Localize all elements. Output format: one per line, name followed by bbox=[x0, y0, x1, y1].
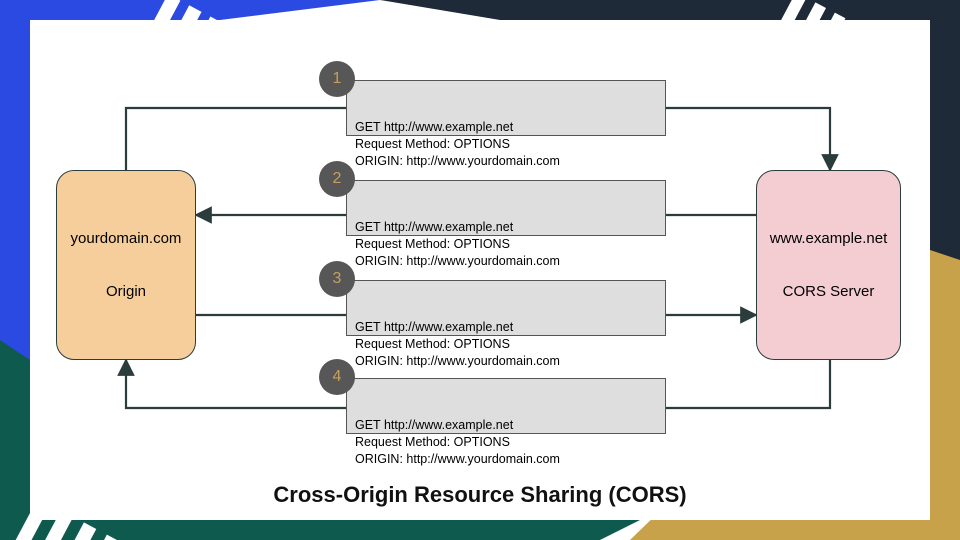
origin-node: yourdomain.com Origin bbox=[56, 170, 196, 360]
message-box-2: 2 GET http://www.example.net Request Met… bbox=[346, 180, 666, 236]
message-text-1: GET http://www.example.net Request Metho… bbox=[355, 120, 560, 168]
message-text-3: GET http://www.example.net Request Metho… bbox=[355, 320, 560, 368]
diagram-canvas: yourdomain.com Origin www.example.net CO… bbox=[30, 20, 930, 520]
step-badge-4: 4 bbox=[319, 359, 355, 395]
message-box-3: 3 GET http://www.example.net Request Met… bbox=[346, 280, 666, 336]
server-domain: www.example.net bbox=[770, 226, 888, 252]
message-text-2: GET http://www.example.net Request Metho… bbox=[355, 220, 560, 268]
diagram-title: Cross-Origin Resource Sharing (CORS) bbox=[30, 482, 930, 508]
step-badge-1: 1 bbox=[319, 61, 355, 97]
server-role: CORS Server bbox=[783, 279, 875, 305]
origin-domain: yourdomain.com bbox=[71, 226, 182, 252]
cors-server-node: www.example.net CORS Server bbox=[756, 170, 901, 360]
step-badge-3: 3 bbox=[319, 261, 355, 297]
message-box-4: 4 GET http://www.example.net Request Met… bbox=[346, 378, 666, 434]
step-badge-2: 2 bbox=[319, 161, 355, 197]
origin-role: Origin bbox=[106, 279, 146, 305]
message-text-4: GET http://www.example.net Request Metho… bbox=[355, 418, 560, 466]
message-box-1: 1 GET http://www.example.net Request Met… bbox=[346, 80, 666, 136]
